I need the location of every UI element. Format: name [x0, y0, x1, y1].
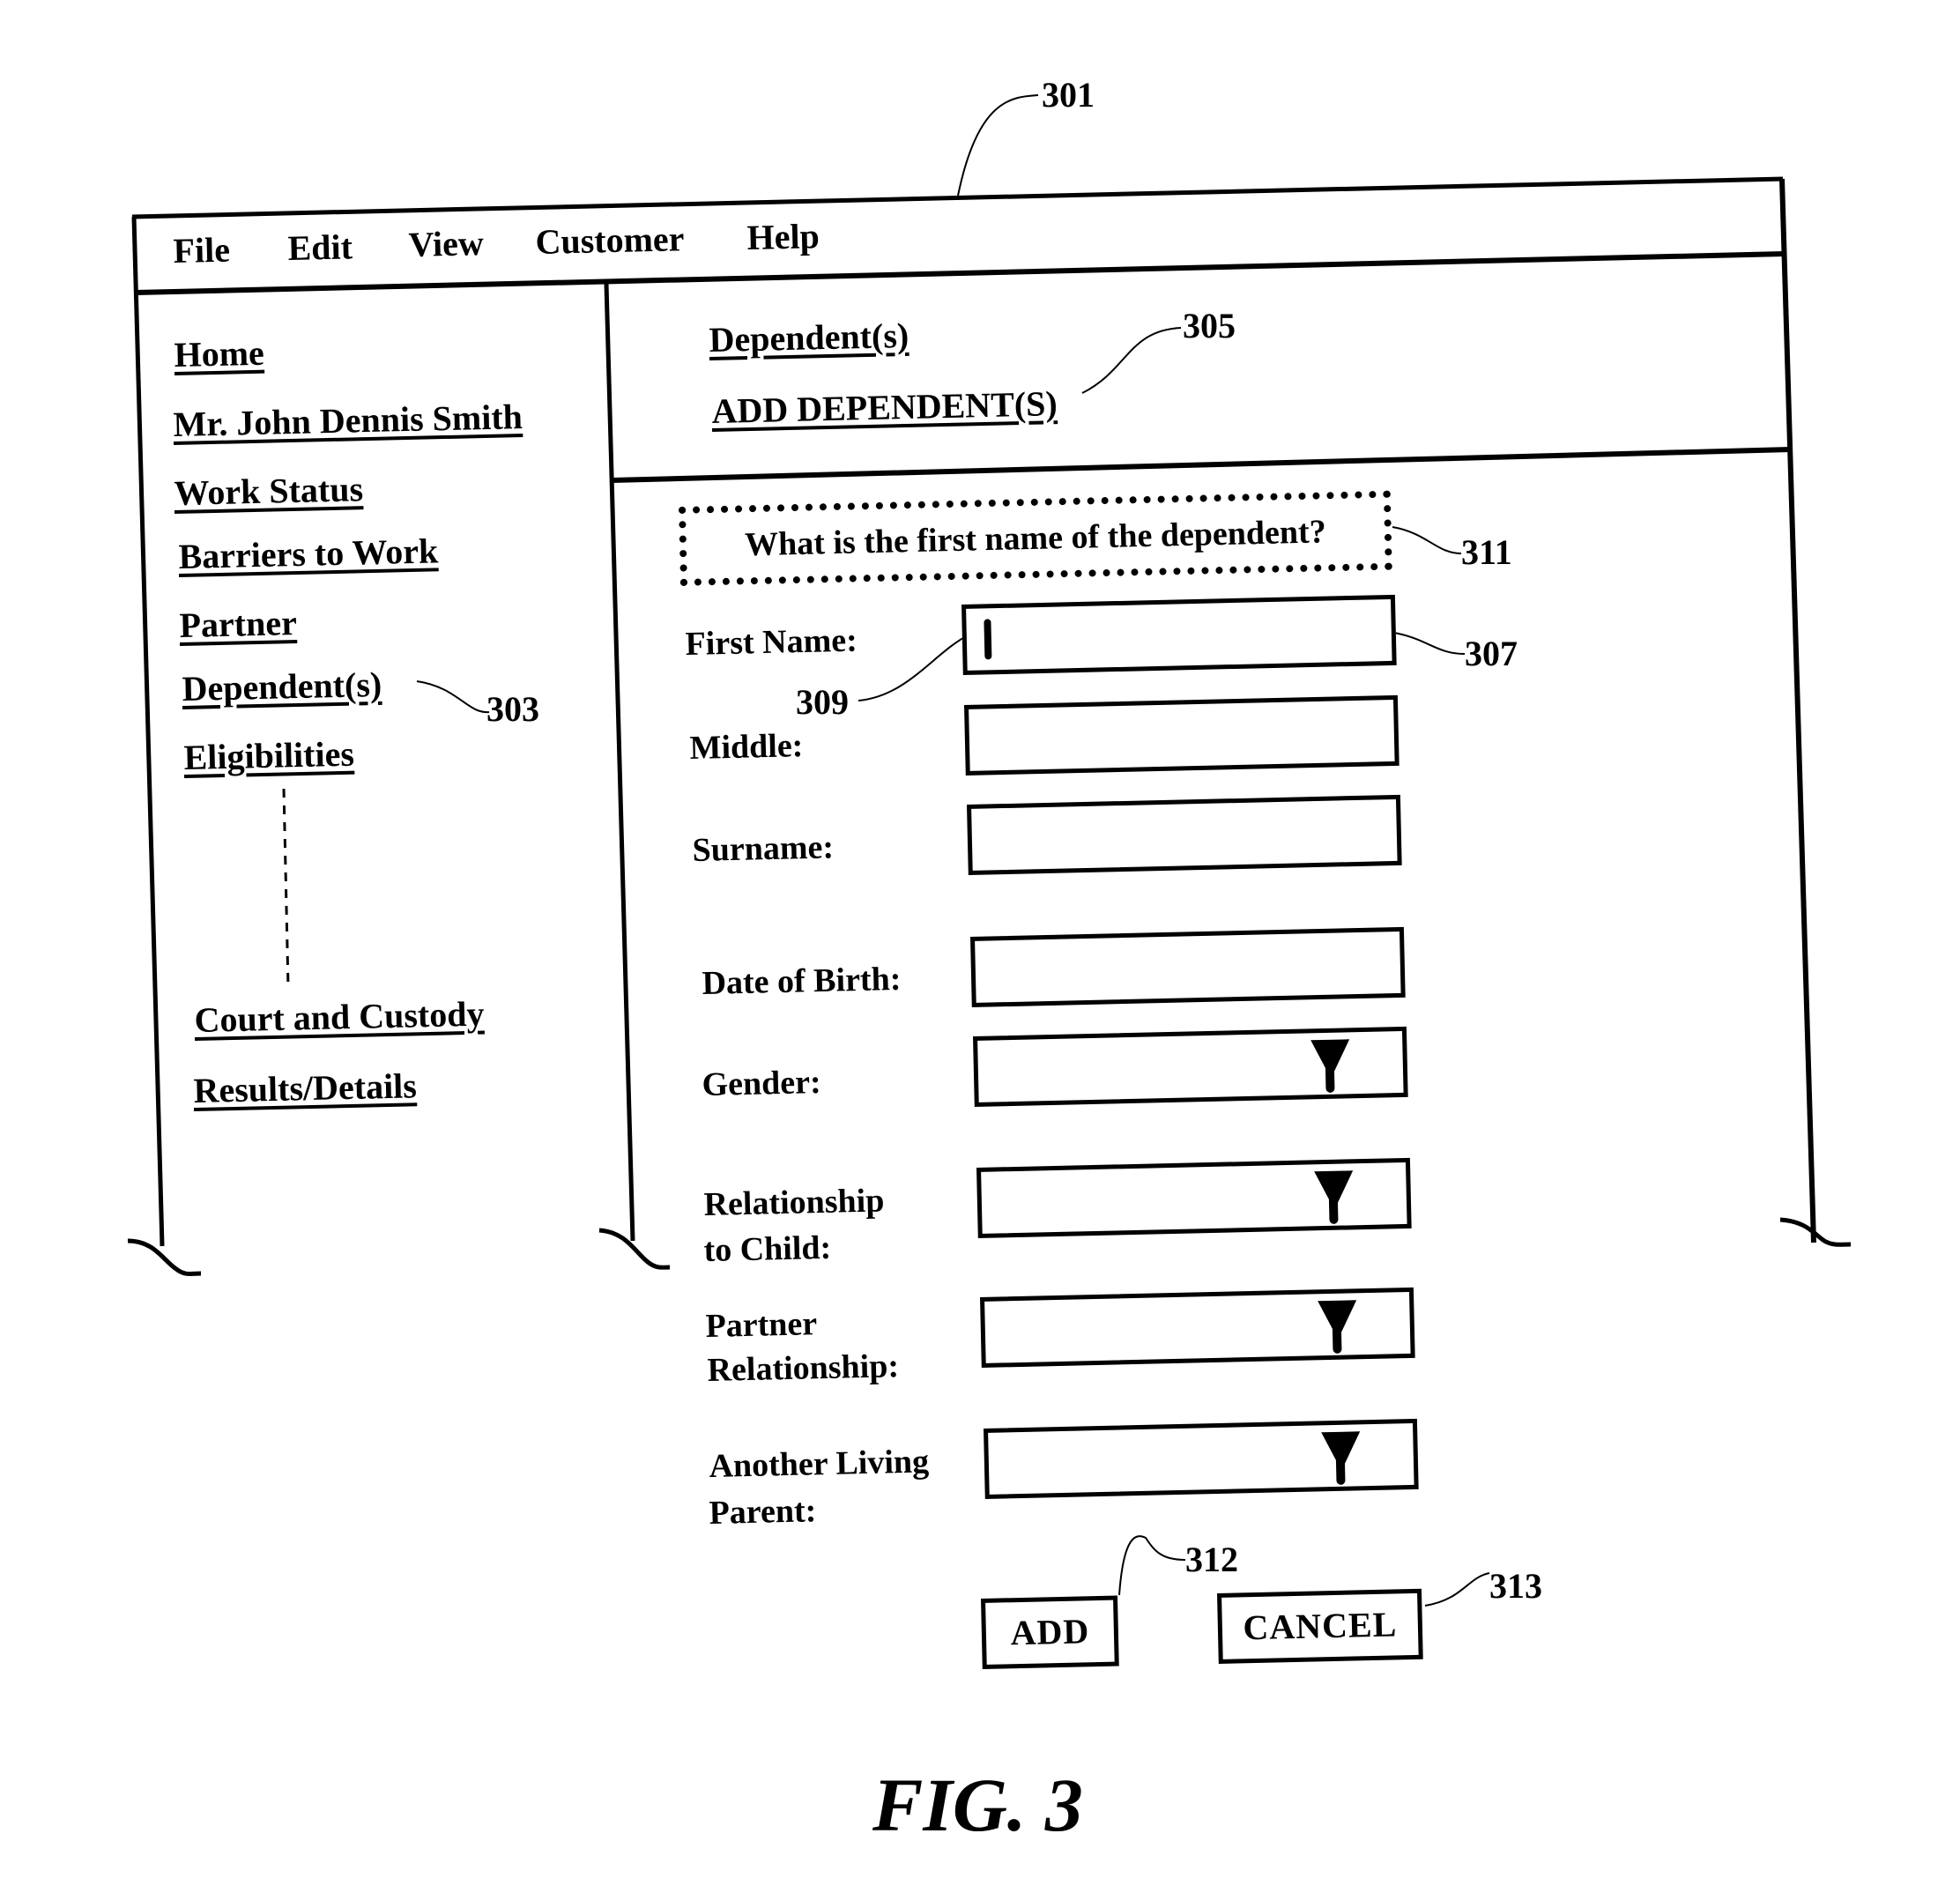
partner-relationship-select[interactable] — [980, 1287, 1415, 1368]
window-left-border — [131, 216, 165, 1247]
menu-help[interactable]: Help — [746, 216, 820, 257]
relationship-to-child-select[interactable] — [976, 1157, 1412, 1238]
page-title-add-dependents[interactable]: ADD DEPENDENT(S) — [711, 383, 1058, 431]
window-top-border — [131, 176, 1784, 219]
sidebar-item-customer-name[interactable]: Mr. John Dennis Smith — [173, 397, 523, 444]
leader-305 — [1081, 327, 1182, 394]
menu-bar-border — [135, 251, 1786, 295]
cancel-button[interactable]: CANCEL — [1217, 1588, 1423, 1664]
add-button-label: ADD — [1010, 1611, 1090, 1653]
label-partner-relationship-line2: Relationship: — [707, 1347, 900, 1389]
another-living-parent-select[interactable] — [984, 1418, 1419, 1499]
surname-input[interactable] — [967, 794, 1402, 875]
chevron-down-icon-stem — [1332, 1328, 1342, 1354]
reference-numeral-309: 309 — [796, 682, 849, 722]
sidebar-item-barriers-to-work[interactable]: Barriers to Work — [178, 531, 439, 576]
reference-numeral-312: 312 — [1185, 1540, 1238, 1579]
reference-numeral-301: 301 — [1042, 75, 1095, 115]
label-middle: Middle: — [689, 727, 804, 767]
question-text: What is the first name of the dependent? — [744, 513, 1327, 564]
reference-numeral-307: 307 — [1465, 634, 1518, 673]
reference-numeral-311: 311 — [1461, 532, 1512, 572]
chevron-down-icon-stem — [1325, 1067, 1335, 1093]
menu-customer[interactable]: Customer — [535, 219, 685, 262]
window-right-border — [1779, 178, 1816, 1243]
label-relationship-to-child-line2: to Child: — [703, 1228, 832, 1269]
leader-313 — [1424, 1572, 1490, 1607]
leader-311 — [1392, 526, 1462, 554]
sidebar-divider — [604, 283, 635, 1242]
label-partner-relationship-line1: Partner — [705, 1305, 818, 1345]
leader-309 — [858, 634, 978, 701]
middle-name-input[interactable] — [964, 694, 1399, 776]
first-name-input[interactable] — [961, 594, 1397, 675]
sidebar-item-dependents[interactable]: Dependent(s) — [182, 664, 382, 709]
sidebar-continuation-dashes — [282, 788, 290, 988]
label-gender: Gender: — [702, 1063, 822, 1103]
menu-file[interactable]: File — [173, 230, 230, 271]
sidebar-item-court-and-custody[interactable]: Court and Custody — [194, 994, 485, 1040]
cancel-button-label: CANCEL — [1242, 1604, 1398, 1648]
patent-figure: 301 303 305 311 307 309 312 313 File Edi… — [0, 0, 1960, 1878]
menu-edit[interactable]: Edit — [287, 226, 353, 268]
leader-312 — [1118, 1535, 1186, 1596]
label-another-living-parent-line1: Another Living — [709, 1443, 930, 1485]
breadcrumb-dependents[interactable]: Dependent(s) — [709, 315, 909, 360]
label-first-name: First Name: — [685, 621, 858, 663]
break-mark-left — [127, 1238, 202, 1277]
date-of-birth-input[interactable] — [970, 926, 1406, 1007]
gender-select[interactable] — [973, 1026, 1408, 1107]
reference-numeral-313: 313 — [1489, 1566, 1542, 1606]
label-date-of-birth: Date of Birth: — [702, 960, 902, 1002]
leader-307 — [1393, 632, 1466, 655]
sidebar-item-eligibilities[interactable]: Eligibilities — [183, 734, 354, 777]
question-prompt: What is the first name of the dependent? — [679, 490, 1392, 586]
sidebar-item-work-status[interactable]: Work Status — [174, 469, 363, 513]
menu-view[interactable]: View — [408, 223, 484, 264]
header-separator — [611, 447, 1792, 483]
leader-303 — [416, 680, 490, 714]
figure-caption: FIG. 3 — [872, 1763, 1083, 1847]
sidebar-item-home[interactable]: Home — [174, 333, 264, 375]
text-cursor — [984, 619, 992, 660]
add-button[interactable]: ADD — [981, 1595, 1119, 1669]
label-another-living-parent-line2: Parent: — [709, 1492, 817, 1532]
label-relationship-to-child-line1: Relationship — [703, 1182, 885, 1223]
reference-numeral-305: 305 — [1183, 306, 1236, 345]
sidebar-item-results-details[interactable]: Results/Details — [193, 1065, 417, 1110]
leader-301 — [957, 94, 1039, 197]
chevron-down-icon-stem — [1335, 1459, 1346, 1485]
reference-numeral-303: 303 — [486, 689, 539, 729]
chevron-down-icon-stem — [1328, 1199, 1339, 1224]
sidebar-item-partner[interactable]: Partner — [179, 603, 297, 645]
label-surname: Surname: — [692, 828, 835, 869]
